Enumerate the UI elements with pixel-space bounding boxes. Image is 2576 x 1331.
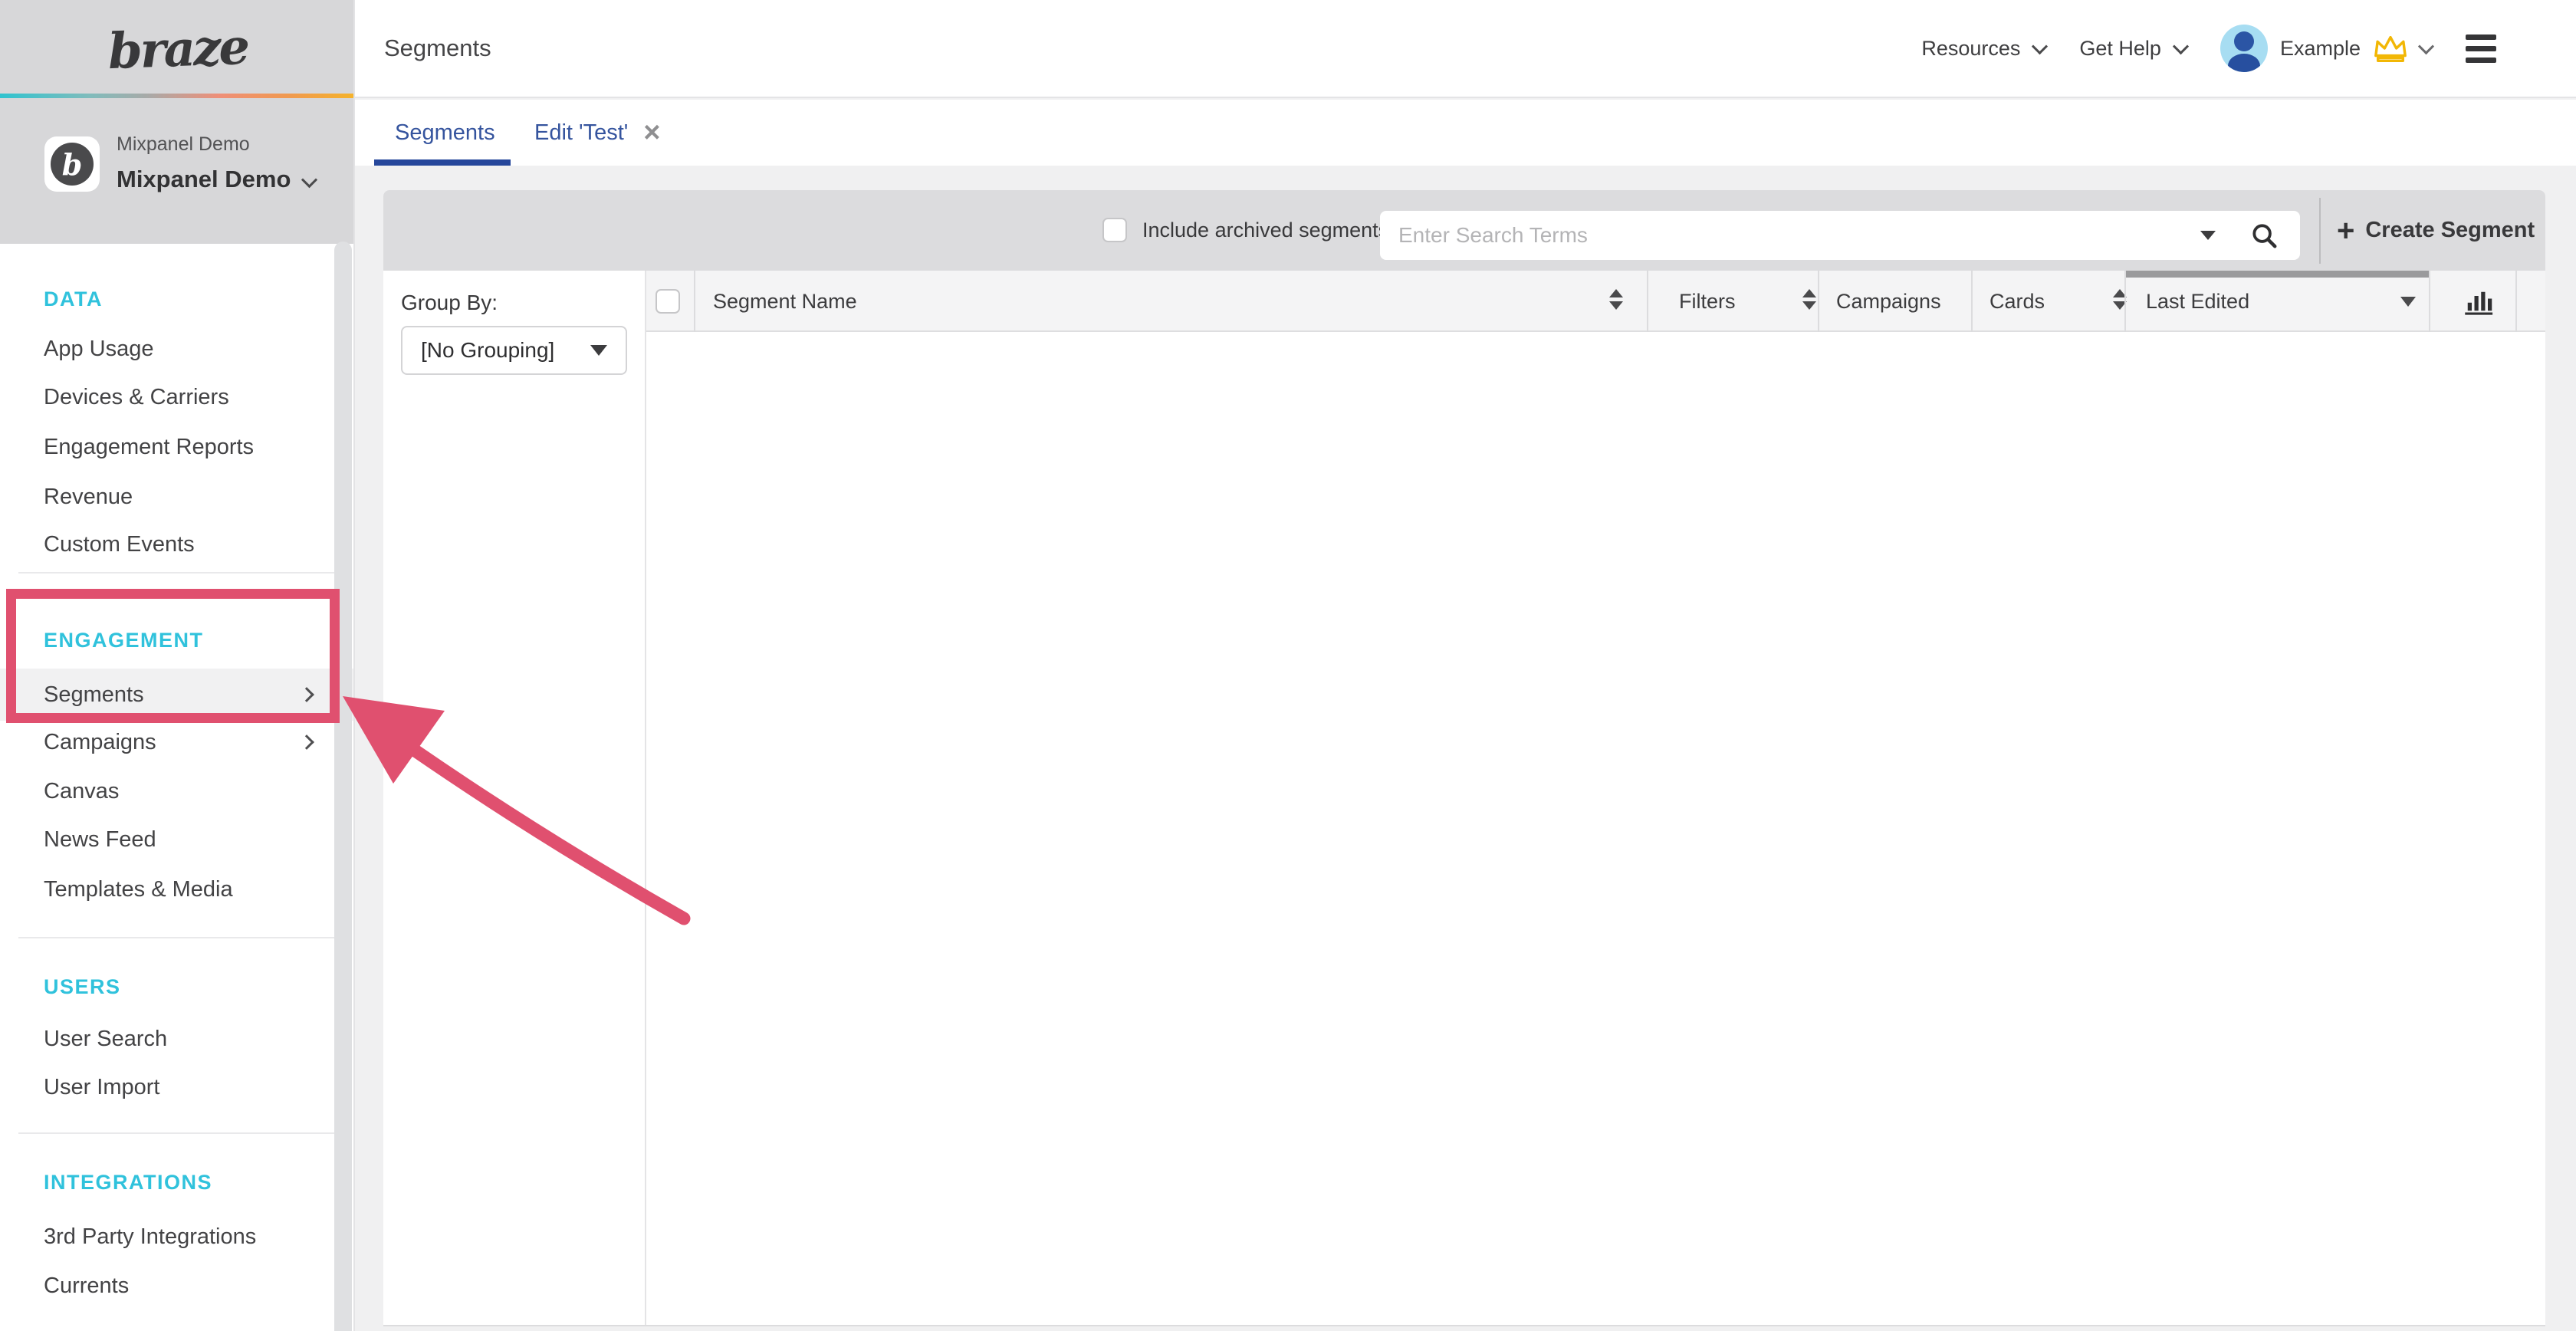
select-all-checkbox[interactable] (656, 289, 680, 314)
search-icon[interactable] (2249, 221, 2279, 250)
get-help-menu[interactable]: Get Help (2079, 37, 2187, 61)
sidebar-scrollbar[interactable] (334, 242, 352, 1331)
column-divider (2429, 271, 2430, 332)
workspace-name: Mixpanel Demo (117, 166, 291, 193)
include-archived-label: Include archived segments (1142, 190, 1388, 271)
resources-menu[interactable]: Resources (1921, 37, 2045, 61)
sort-icon[interactable] (1802, 289, 1816, 310)
sidebar-section-data: DATA (44, 274, 103, 324)
include-archived-checkbox[interactable] (1102, 218, 1127, 242)
workspace-selector[interactable]: b Mixpanel Demo Mixpanel Demo (0, 98, 355, 244)
column-label: Segment Name (713, 290, 857, 314)
column-divider (1971, 271, 1973, 332)
create-segment-label: Create Segment (2365, 218, 2535, 243)
create-segment-button[interactable]: + Create Segment (2337, 190, 2535, 271)
chevron-down-icon (2032, 38, 2048, 54)
column-divider (2124, 271, 2126, 332)
sidebar-nav: DATA App Usage Devices & Carriers Engage… (0, 244, 355, 1331)
tab-edit-test[interactable]: Edit 'Test' × (534, 100, 661, 166)
segments-toolbar: Include archived segments + Create Segme… (383, 190, 2545, 271)
column-label: Filters (1679, 290, 1736, 314)
chevron-down-icon (2173, 38, 2189, 54)
column-header-filters[interactable]: Filters (1679, 271, 1736, 332)
user-name: Example (2280, 37, 2361, 61)
close-icon[interactable]: × (643, 118, 660, 147)
sidebar-item-news-feed[interactable]: News Feed (44, 815, 156, 864)
sidebar-section-users: USERS (44, 962, 121, 1011)
divider (18, 937, 336, 938)
group-by-label: Group By: (401, 291, 498, 315)
braze-logo: braze (107, 18, 248, 80)
sidebar-section-integrations: INTEGRATIONS (44, 1158, 212, 1207)
top-header: Segments Resources Get Help Example (355, 0, 2576, 98)
column-divider (1818, 271, 1819, 332)
user-menu[interactable]: Example (2220, 25, 2432, 72)
sidebar-item-3rd-party-integrations[interactable]: 3rd Party Integrations (44, 1212, 256, 1261)
segments-table-header: Segment Name Filters Campaigns Cards Las… (646, 271, 2545, 332)
sidebar-item-segments[interactable]: Segments (44, 670, 144, 719)
select-all-checkbox-cell (656, 271, 680, 332)
sidebar-item-custom-events[interactable]: Custom Events (44, 520, 195, 569)
active-tab-underline (374, 159, 511, 166)
tab-edit-test-label: Edit 'Test' (534, 120, 628, 146)
sidebar-item-user-search[interactable]: User Search (44, 1014, 167, 1063)
get-help-label: Get Help (2079, 37, 2161, 61)
sidebar-item-app-usage[interactable]: App Usage (44, 324, 154, 373)
sidebar-right-border (353, 0, 355, 1331)
group-by-select[interactable]: [No Grouping] (401, 326, 627, 375)
column-header-analytics[interactable] (2450, 271, 2505, 332)
search-input[interactable] (1380, 223, 2200, 248)
sidebar-section-engagement: ENGAGEMENT (44, 616, 204, 665)
sidebar-item-canvas[interactable]: Canvas (44, 767, 119, 816)
chevron-down-icon (301, 172, 317, 188)
page-title: Segments (384, 35, 491, 62)
segment-search (1380, 211, 2300, 260)
dropdown-arrow-icon (590, 345, 607, 356)
group-by-panel: Group By: [No Grouping] (383, 271, 646, 1325)
sort-desc-icon[interactable] (2400, 297, 2416, 307)
tab-segments-label: Segments (395, 120, 495, 146)
divider (18, 572, 336, 573)
braze-mark-icon: b (51, 143, 94, 186)
sidebar-item-revenue[interactable]: Revenue (44, 472, 133, 521)
sidebar-item-user-import[interactable]: User Import (44, 1063, 159, 1112)
workspace-avatar: b (44, 136, 100, 192)
tab-bar: Segments Edit 'Test' × (355, 100, 2576, 166)
sidebar-item-templates-media[interactable]: Templates & Media (44, 865, 233, 914)
sidebar-item-engagement-reports[interactable]: Engagement Reports (44, 422, 254, 472)
column-divider (1647, 271, 1648, 332)
column-header-segment-name[interactable]: Segment Name (713, 271, 857, 332)
chevron-right-icon (301, 718, 312, 767)
column-divider (694, 271, 695, 332)
user-avatar-icon (2220, 25, 2268, 72)
resources-label: Resources (1921, 37, 2020, 61)
column-divider (2515, 271, 2517, 332)
column-header-cards[interactable]: Cards (1990, 271, 2045, 332)
tab-segments[interactable]: Segments (395, 100, 495, 166)
chevron-down-icon (2418, 38, 2434, 54)
segments-content-card: Include archived segments + Create Segme… (383, 190, 2545, 1326)
sort-icon[interactable] (1609, 289, 1623, 310)
search-dropdown-arrow-icon[interactable] (2200, 231, 2216, 240)
column-header-last-edited[interactable]: Last Edited (2146, 271, 2249, 332)
column-label: Last Edited (2146, 290, 2249, 314)
chevron-right-icon (301, 670, 312, 719)
divider (18, 1132, 336, 1134)
column-label: Cards (1990, 290, 2045, 314)
crown-icon (2373, 33, 2408, 64)
column-header-campaigns[interactable]: Campaigns (1836, 271, 1941, 332)
bar-chart-icon (2461, 285, 2493, 317)
column-label: Campaigns (1836, 290, 1941, 314)
sidebar-item-currents[interactable]: Currents (44, 1261, 129, 1310)
group-by-value: [No Grouping] (421, 338, 554, 363)
hamburger-menu-icon[interactable] (2466, 35, 2496, 63)
toolbar-divider (2319, 198, 2321, 264)
workspace-company: Mixpanel Demo (117, 133, 250, 156)
sidebar-item-campaigns[interactable]: Campaigns (44, 718, 156, 767)
sidebar-item-devices-carriers[interactable]: Devices & Carriers (44, 373, 229, 422)
plus-icon: + (2337, 215, 2354, 246)
brand-header: braze (0, 0, 355, 98)
